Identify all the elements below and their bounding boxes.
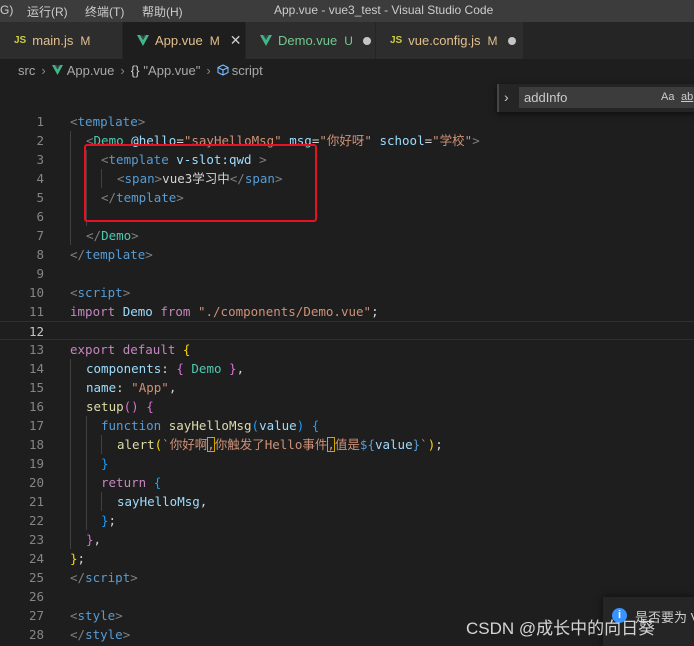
breadcrumb-separator: › <box>206 62 211 78</box>
modified-badge: M <box>487 33 498 48</box>
menu-item-help[interactable]: 帮助(H) <box>142 3 183 20</box>
editor-tab-bar: JS main.js M App.vue M ✕ Demo.vue U JS v… <box>0 22 694 59</box>
js-file-icon: JS <box>14 35 27 46</box>
line-number: 18 <box>28 437 44 452</box>
line-number: 1 <box>36 114 44 129</box>
line-number: 22 <box>28 513 44 528</box>
line-number: 2 <box>36 133 44 148</box>
line-number: 15 <box>28 380 44 395</box>
line-number: 3 <box>36 152 44 167</box>
line-number: 9 <box>36 266 44 281</box>
highlight-annotation-box <box>84 144 317 222</box>
code-line: 17 function sayHelloMsg(value) { <box>0 416 694 435</box>
tab-vue-config-js[interactable]: JS vue.config.js M <box>376 22 524 59</box>
code-line: 8 </template> <box>0 245 694 264</box>
find-widget: › addInfo Aa ab <box>497 84 694 112</box>
breadcrumb-separator: › <box>41 62 46 78</box>
code-line: 14 components: { Demo }, <box>0 359 694 378</box>
breadcrumb-separator: › <box>120 62 125 78</box>
line-number: 11 <box>28 304 44 319</box>
breadcrumb-item-file[interactable]: App.vue <box>67 63 115 78</box>
code-line: 25 </script> <box>0 568 694 587</box>
line-number: 23 <box>28 532 44 547</box>
tab-label: Demo.vue <box>278 33 338 48</box>
line-number: 26 <box>28 589 44 604</box>
code-line: 15 name: "App", <box>0 378 694 397</box>
breadcrumb-item-src[interactable]: src <box>18 63 35 78</box>
code-line: 22}; <box>0 511 694 530</box>
breadcrumb-item-script[interactable]: script <box>232 63 263 78</box>
line-number: 7 <box>36 228 44 243</box>
tab-main-js[interactable]: JS main.js M <box>0 22 123 59</box>
match-whole-word-toggle[interactable]: ab <box>681 87 693 108</box>
line-number: 16 <box>28 399 44 414</box>
modified-badge: M <box>209 33 220 48</box>
line-number: 8 <box>36 247 44 262</box>
line-number: 12 <box>28 324 44 339</box>
line-number: 17 <box>28 418 44 433</box>
unsaved-dot-icon[interactable] <box>362 36 371 45</box>
breadcrumb-item-symbol[interactable]: "App.vue" <box>143 63 200 78</box>
close-icon[interactable]: ✕ <box>230 32 242 49</box>
line-number: 24 <box>28 551 44 566</box>
code-line: 13 export default { <box>0 340 694 359</box>
cube-icon <box>217 64 229 76</box>
tab-label: main.js <box>32 33 74 48</box>
tab-label: vue.config.js <box>408 33 481 48</box>
vue-file-icon <box>260 35 272 46</box>
vue-file-icon <box>51 65 63 75</box>
code-line: 21 sayHelloMsg, <box>0 492 694 511</box>
menu-item-terminal[interactable]: 终端(T) <box>85 3 124 20</box>
code-line: 26 <box>0 587 694 606</box>
code-line: 16 setup() { <box>0 397 694 416</box>
line-number: 4 <box>36 171 44 186</box>
watermark: CSDN @成长中的向日葵 <box>466 619 656 638</box>
modified-badge: M <box>80 33 91 48</box>
code-line: 19} <box>0 454 694 473</box>
code-line: 20 return { <box>0 473 694 492</box>
code-line: 9 <box>0 264 694 283</box>
breadcrumb: src › App.vue › {} "App.vue" › script <box>0 59 694 81</box>
title-bar: G) 运行(R) 终端(T) 帮助(H) App.vue - vue3_test… <box>0 0 694 22</box>
menu-item-prev[interactable]: G) <box>0 3 13 17</box>
js-file-icon: JS <box>390 35 403 46</box>
line-number: 5 <box>36 190 44 205</box>
code-line: 24}; <box>0 549 694 568</box>
line-number: 10 <box>28 285 44 300</box>
line-number: 14 <box>28 361 44 376</box>
line-number: 21 <box>28 494 44 509</box>
code-line: 10 <script> <box>0 283 694 302</box>
line-number: 19 <box>28 456 44 471</box>
unsaved-dot-icon[interactable] <box>507 36 516 45</box>
line-number: 6 <box>36 209 44 224</box>
code-line: 18 alert(`你好啊,你触发了Hello事件,值是${value}`); <box>0 435 694 454</box>
code-line: 7 </Demo> <box>0 226 694 245</box>
code-line-current: 12 <box>0 321 694 340</box>
window-title: App.vue - vue3_test - Visual Studio Code <box>274 3 494 17</box>
tab-label: App.vue <box>155 33 203 48</box>
line-number: 27 <box>28 608 44 623</box>
line-number: 25 <box>28 570 44 585</box>
line-number: 20 <box>28 475 44 490</box>
vue-file-icon <box>137 35 149 46</box>
code-line: 23}, <box>0 530 694 549</box>
menu-item-run[interactable]: 运行(R) <box>27 3 68 20</box>
code-line: 1 <template> <box>0 112 694 131</box>
untracked-badge: U <box>344 33 353 48</box>
tab-demo-vue[interactable]: Demo.vue U <box>246 22 376 59</box>
braces-icon: {} <box>130 62 140 78</box>
chevron-right-icon[interactable]: › <box>504 89 509 105</box>
match-case-toggle[interactable]: Aa <box>661 87 674 108</box>
code-line: 11 import Demo from "./components/Demo.vu… <box>0 302 694 321</box>
line-number: 28 <box>28 627 44 642</box>
line-number: 13 <box>28 342 44 357</box>
tab-app-vue[interactable]: App.vue M ✕ <box>123 22 246 59</box>
